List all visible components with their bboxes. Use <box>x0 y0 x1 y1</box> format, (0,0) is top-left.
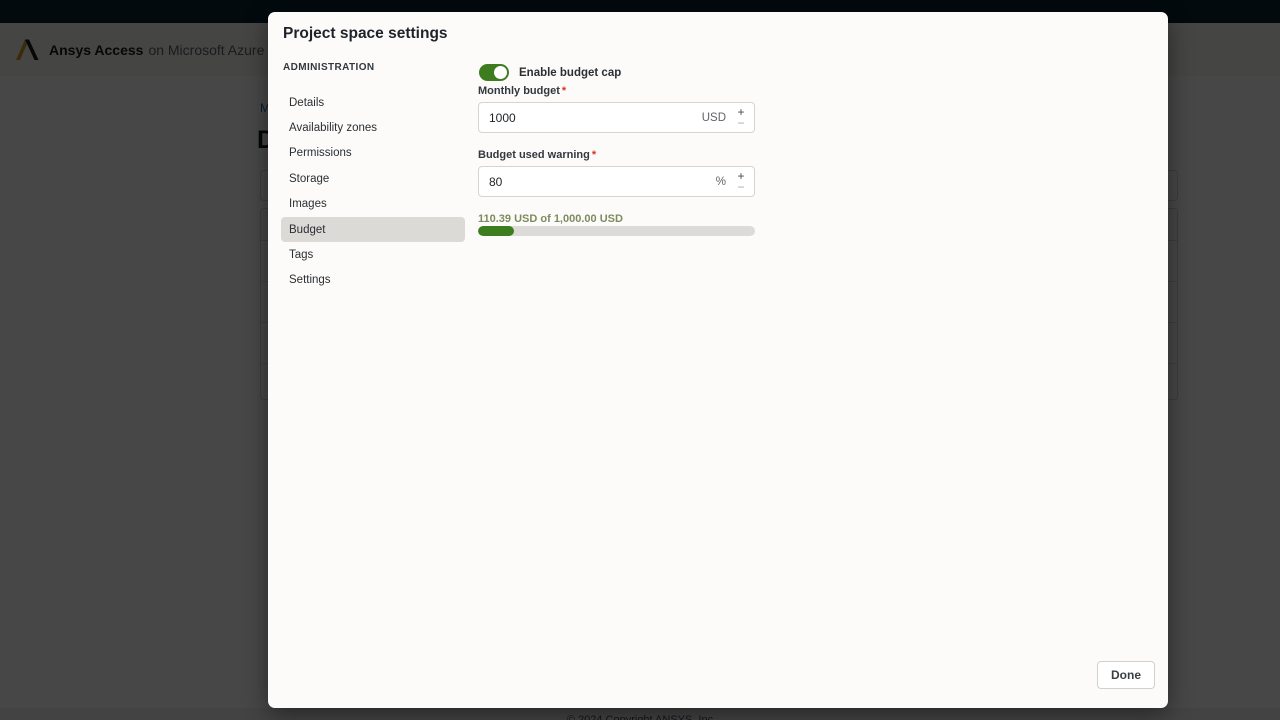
decrement-button[interactable]: − <box>735 117 747 129</box>
nav-item-settings[interactable]: Settings <box>281 268 465 293</box>
budget-panel: Enable budget cap Monthly budget* USD + … <box>478 12 755 708</box>
nav-item-storage[interactable]: Storage <box>281 166 465 191</box>
currency-unit: USD <box>701 112 726 124</box>
required-asterisk: * <box>561 85 567 97</box>
monthly-budget-input[interactable] <box>479 103 679 132</box>
nav-item-availability-zones[interactable]: Availability zones <box>281 115 465 140</box>
budget-warning-input[interactable] <box>479 167 679 196</box>
budget-warning-label: Budget used warning * <box>478 149 597 161</box>
nav-item-budget[interactable]: Budget <box>281 216 465 243</box>
enable-budget-cap-toggle[interactable] <box>479 64 509 81</box>
decrement-button[interactable]: − <box>735 181 747 193</box>
toggle-knob <box>494 66 507 79</box>
project-space-settings-dialog: Project space settings ADMINISTRATION De… <box>268 12 1168 708</box>
toggle-label: Enable budget cap <box>519 66 622 79</box>
budget-usage-fill <box>478 226 514 236</box>
dialog-title: Project space settings <box>283 25 448 42</box>
required-asterisk: * <box>591 149 597 161</box>
settings-nav: Details Availability zones Permissions S… <box>281 90 465 293</box>
nav-item-tags[interactable]: Tags <box>281 242 465 267</box>
done-button[interactable]: Done <box>1097 661 1155 689</box>
budget-warning-field: % + − <box>478 166 755 197</box>
budget-usage-text: 110.39 USD of 1,000.00 USD <box>478 213 623 225</box>
nav-item-permissions[interactable]: Permissions <box>281 141 465 166</box>
monthly-budget-label: Monthly budget * <box>478 85 567 97</box>
monthly-budget-field: USD + − <box>478 102 755 133</box>
app-window: iWelcome to Ansys Access on Microsoft Az… <box>0 0 1280 720</box>
nav-item-details[interactable]: Details <box>281 90 465 115</box>
budget-usage-progressbar <box>478 226 755 236</box>
nav-item-images[interactable]: Images <box>281 192 465 217</box>
nav-section-label: ADMINISTRATION <box>283 62 375 73</box>
percent-unit: % <box>715 176 726 188</box>
